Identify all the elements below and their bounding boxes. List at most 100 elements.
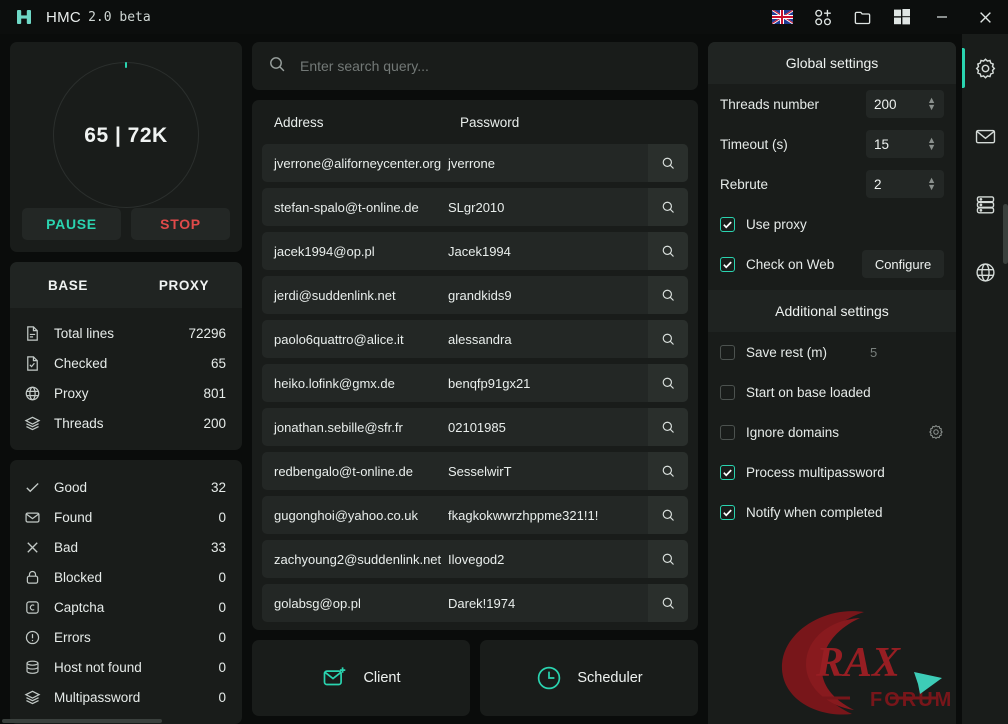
cell-password: SesselwirT	[448, 464, 648, 479]
stat-value: 0	[218, 630, 226, 645]
row-magnifier-button[interactable]	[648, 408, 688, 446]
start-on-base-row[interactable]: Start on base loaded	[708, 372, 956, 412]
table-row[interactable]: zachyoung2@suddenlink.netIlovegod2	[262, 540, 688, 578]
check-on-web-checkbox[interactable]	[720, 257, 735, 272]
progress-value: 65 | 72K	[10, 124, 242, 148]
cell-password: SLgr2010	[448, 200, 648, 215]
table-row[interactable]: redbengalo@t-online.deSesselwirT	[262, 452, 688, 490]
save-rest-checkbox[interactable]	[720, 345, 735, 360]
tab-base[interactable]: BASE	[10, 262, 126, 308]
stat-value: 32	[211, 480, 226, 495]
ignore-domains-checkbox[interactable]	[720, 425, 735, 440]
row-magnifier-button[interactable]	[648, 320, 688, 358]
rail-settings[interactable]	[962, 44, 1008, 92]
table-row[interactable]: jacek1994@op.plJacek1994	[262, 232, 688, 270]
stat-row: Proxy 801	[10, 378, 242, 408]
ignore-domains-label: Ignore domains	[746, 425, 928, 440]
table-row[interactable]: golabsg@op.plDarek!1974	[262, 584, 688, 622]
table-row[interactable]: jerdi@suddenlink.netgrandkids9	[262, 276, 688, 314]
rail-database[interactable]	[962, 180, 1008, 228]
row-magnifier-button[interactable]	[648, 496, 688, 534]
row-magnifier-button[interactable]	[648, 452, 688, 490]
stepper-arrows-icon[interactable]: ▲▼	[927, 177, 936, 191]
configure-button[interactable]: Configure	[862, 250, 944, 278]
cell-address: jacek1994@op.pl	[262, 244, 448, 259]
stat-row: Host not found 0	[10, 652, 242, 682]
stat-label: Total lines	[54, 326, 188, 341]
lock-icon	[24, 569, 48, 586]
row-magnifier-button[interactable]	[648, 144, 688, 182]
tab-proxy[interactable]: PROXY	[126, 262, 242, 308]
page-scrollbar[interactable]	[1003, 204, 1008, 264]
table-row[interactable]: jverrone@aliforneycenter.orgjverrone	[262, 144, 688, 182]
pause-button[interactable]: PAUSE	[22, 208, 121, 240]
add-user-icon[interactable]	[802, 0, 842, 34]
save-rest-row[interactable]: Save rest (m) 5	[708, 332, 956, 372]
row-magnifier-button[interactable]	[648, 584, 688, 622]
progress-ring-tick	[125, 62, 127, 68]
search-bar[interactable]	[252, 42, 698, 90]
check-on-web-row[interactable]: Check on Web Configure	[708, 244, 956, 284]
row-magnifier-button[interactable]	[648, 364, 688, 402]
cell-password: Jacek1994	[448, 244, 648, 259]
notify-completed-checkbox[interactable]	[720, 505, 735, 520]
rebrute-stepper[interactable]: 2 ▲▼	[866, 170, 944, 198]
rail-proxy[interactable]	[962, 248, 1008, 296]
process-multipassword-row[interactable]: Process multipassword	[708, 452, 956, 492]
ignore-domains-row[interactable]: Ignore domains	[708, 412, 956, 452]
stop-button[interactable]: STOP	[131, 208, 230, 240]
use-proxy-row[interactable]: Use proxy	[708, 204, 956, 244]
left-panel-scrollbar[interactable]	[2, 719, 162, 723]
scheduler-button[interactable]: Scheduler	[480, 640, 698, 716]
use-proxy-checkbox[interactable]	[720, 217, 735, 232]
cell-password: alessandra	[448, 332, 648, 347]
table-body: jverrone@aliforneycenter.orgjverrone stef…	[252, 144, 698, 630]
process-multipassword-checkbox[interactable]	[720, 465, 735, 480]
notify-completed-label: Notify when completed	[746, 505, 883, 520]
stat-value: 0	[218, 660, 226, 675]
threads-number-stepper[interactable]: 200 ▲▼	[866, 90, 944, 118]
stat-label: Checked	[54, 356, 211, 371]
row-magnifier-button[interactable]	[648, 188, 688, 226]
uk-flag-icon[interactable]	[762, 0, 802, 34]
mail-plus-icon	[321, 664, 349, 692]
table-row[interactable]: jonathan.sebille@sfr.fr02101985	[262, 408, 688, 446]
stat-label: Errors	[54, 630, 218, 645]
stat-label: Multipassword	[54, 690, 218, 705]
gear-icon[interactable]	[928, 424, 944, 440]
start-on-base-checkbox[interactable]	[720, 385, 735, 400]
app-title: HMC	[46, 9, 81, 26]
rail-mail[interactable]	[962, 112, 1008, 160]
document-check-icon	[24, 355, 48, 372]
row-magnifier-button[interactable]	[648, 232, 688, 270]
table-row[interactable]: heiko.lofink@gmx.debenqfp91gx21	[262, 364, 688, 402]
notify-completed-row[interactable]: Notify when completed	[708, 492, 956, 532]
search-input[interactable]	[300, 58, 682, 74]
settings-panel: Global settings Threads number 200 ▲▼ Ti…	[708, 42, 956, 724]
folder-icon[interactable]	[842, 0, 882, 34]
stepper-arrows-icon[interactable]: ▲▼	[927, 97, 936, 111]
column-header-password: Password	[460, 115, 519, 130]
server-icon	[24, 659, 48, 676]
timeout-value: 15	[874, 137, 927, 152]
app-version: 2.0 beta	[88, 10, 151, 25]
table-row[interactable]: paolo6quattro@alice.italessandra	[262, 320, 688, 358]
row-magnifier-button[interactable]	[648, 276, 688, 314]
table-row[interactable]: stefan-spalo@t-online.deSLgr2010	[262, 188, 688, 226]
layers-icon	[24, 415, 48, 432]
close-icon[interactable]	[962, 0, 1008, 34]
stepper-arrows-icon[interactable]: ▲▼	[927, 137, 936, 151]
minimize-icon[interactable]	[922, 0, 962, 34]
threads-number-value: 200	[874, 97, 927, 112]
stat-value: 72296	[188, 326, 226, 341]
cell-password: Ilovegod2	[448, 552, 648, 567]
stat-label: Captcha	[54, 600, 218, 615]
windows-icon[interactable]	[882, 0, 922, 34]
scheduler-button-label: Scheduler	[577, 670, 642, 686]
cell-address: jerdi@suddenlink.net	[262, 288, 448, 303]
table-row[interactable]: gugonghoi@yahoo.co.ukfkagkokwwrzhppme321…	[262, 496, 688, 534]
row-magnifier-button[interactable]	[648, 540, 688, 578]
client-button[interactable]: Client	[252, 640, 470, 716]
stat-value: 65	[211, 356, 226, 371]
timeout-stepper[interactable]: 15 ▲▼	[866, 130, 944, 158]
